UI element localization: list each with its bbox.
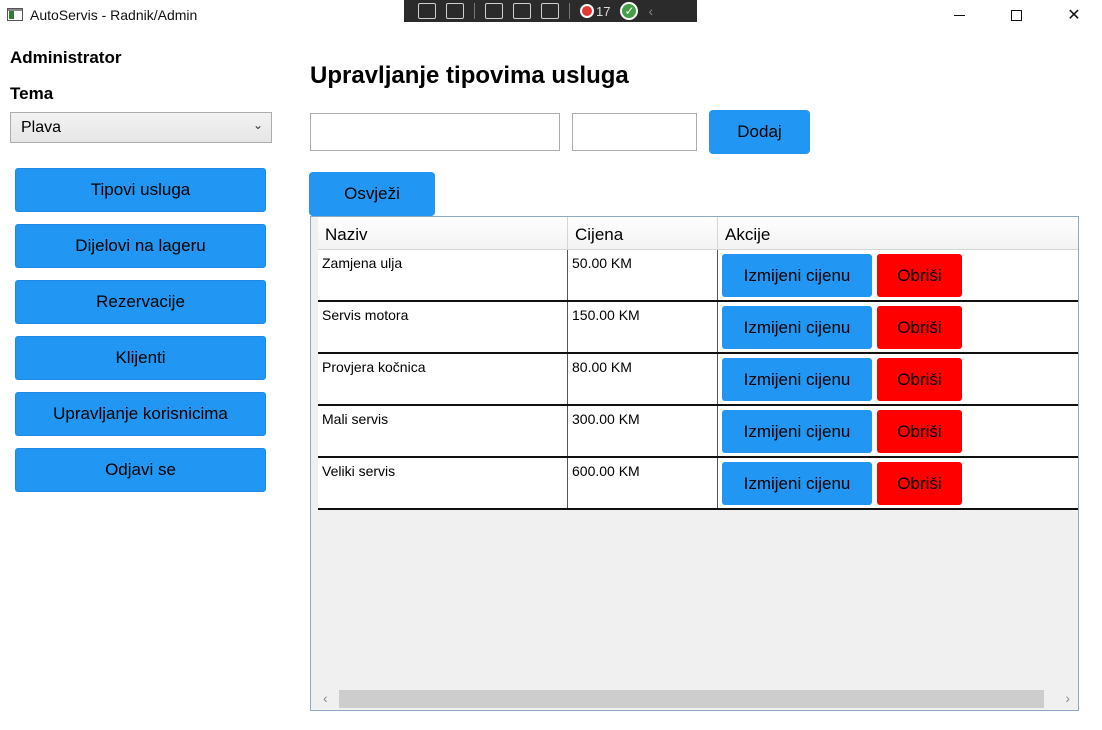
select-element-icon[interactable] <box>485 3 503 19</box>
toolbar-divider <box>569 3 570 19</box>
app-icon <box>7 8 23 21</box>
services-table[interactable]: Naziv Cijena Akcije Zamjena ulja 50.00 K… <box>310 216 1079 711</box>
binding-errors-indicator[interactable]: 17 <box>580 4 610 19</box>
close-button[interactable]: ✕ <box>1045 0 1102 30</box>
table-row[interactable]: Veliki servis 600.00 KM Izmijeni cijenu … <box>318 458 1078 510</box>
delete-button[interactable]: Obriši <box>877 254 962 297</box>
logout-button[interactable]: Odjavi se <box>15 448 266 492</box>
role-label: Administrator <box>10 48 122 67</box>
column-header-naziv[interactable]: Naziv <box>318 217 568 249</box>
table-row[interactable]: Provjera kočnica 80.00 KM Izmijeni cijen… <box>318 354 1078 406</box>
sidebar-nav: Tipovi usluga Dijelovi na lageru Rezerva… <box>15 168 266 504</box>
page-title: Upravljanje tipovima usluga <box>310 62 629 89</box>
cell-name: Servis motora <box>318 302 568 352</box>
refresh-button[interactable]: Osvježi <box>309 172 435 216</box>
collapse-icon[interactable]: ‹ <box>648 3 653 19</box>
nav-rezervacije-button[interactable]: Rezervacije <box>15 280 266 324</box>
cell-actions: Izmijeni cijenu Obriši <box>718 354 1078 404</box>
table-row[interactable]: Mali servis 300.00 KM Izmijeni cijenu Ob… <box>318 406 1078 458</box>
cell-actions: Izmijeni cijenu Obriši <box>718 250 1078 300</box>
table-header: Naziv Cijena Akcije <box>318 217 1078 250</box>
service-price-input[interactable] <box>572 113 697 151</box>
table-body: Naziv Cijena Akcije Zamjena ulja 50.00 K… <box>318 217 1078 510</box>
app-window: AutoServis - Radnik/Admin ✕ 17 ✓ ‹ Admin… <box>0 0 1102 730</box>
cell-price: 80.00 KM <box>568 354 718 404</box>
minimize-icon <box>953 14 965 16</box>
window-title: AutoServis - Radnik/Admin <box>30 7 198 23</box>
live-tree-icon[interactable] <box>418 3 436 19</box>
service-name-input[interactable] <box>310 113 560 151</box>
theme-label: Tema <box>10 84 54 103</box>
cell-actions: Izmijeni cijenu Obriši <box>718 458 1078 508</box>
delete-button[interactable]: Obriši <box>877 410 962 453</box>
edit-price-button[interactable]: Izmijeni cijenu <box>722 306 872 349</box>
edit-price-button[interactable]: Izmijeni cijenu <box>722 358 872 401</box>
cell-actions: Izmijeni cijenu Obriši <box>718 406 1078 456</box>
column-header-cijena[interactable]: Cijena <box>568 217 718 249</box>
debug-toolbar: 17 ✓ ‹ <box>404 0 697 22</box>
scroll-right-icon[interactable]: › <box>1065 690 1070 706</box>
add-button[interactable]: Dodaj <box>709 110 810 154</box>
maximize-button[interactable] <box>987 0 1045 30</box>
check-icon[interactable]: ✓ <box>620 2 639 20</box>
chevron-down-icon: ⌄ <box>252 118 263 132</box>
delete-button[interactable]: Obriši <box>877 462 962 505</box>
cell-price: 50.00 KM <box>568 250 718 300</box>
cell-actions: Izmijeni cijenu Obriši <box>718 302 1078 352</box>
display-layout-icon[interactable] <box>513 3 531 19</box>
theme-select[interactable]: Plava ⌄ <box>10 112 272 143</box>
minimize-button[interactable] <box>930 0 988 30</box>
maximize-icon <box>1010 9 1022 21</box>
nav-dijelovi-button[interactable]: Dijelovi na lageru <box>15 224 266 268</box>
edit-price-button[interactable]: Izmijeni cijenu <box>722 254 872 297</box>
nav-klijenti-button[interactable]: Klijenti <box>15 336 266 380</box>
record-icon[interactable] <box>446 3 464 19</box>
cell-price: 300.00 KM <box>568 406 718 456</box>
edit-price-button[interactable]: Izmijeni cijenu <box>722 410 872 453</box>
error-icon <box>580 4 594 18</box>
error-count: 17 <box>596 3 611 19</box>
nav-korisnici-button[interactable]: Upravljanje korisnicima <box>15 392 266 436</box>
track-focus-icon[interactable] <box>541 3 559 19</box>
scrollbar-thumb[interactable] <box>339 690 1044 708</box>
scroll-left-icon[interactable]: ‹ <box>323 690 328 706</box>
column-header-akcije[interactable]: Akcije <box>718 217 1078 249</box>
cell-name: Mali servis <box>318 406 568 456</box>
delete-button[interactable]: Obriši <box>877 358 962 401</box>
delete-button[interactable]: Obriši <box>877 306 962 349</box>
close-icon: ✕ <box>1067 7 1081 24</box>
cell-price: 600.00 KM <box>568 458 718 508</box>
table-row[interactable]: Zamjena ulja 50.00 KM Izmijeni cijenu Ob… <box>318 250 1078 302</box>
cell-price: 150.00 KM <box>568 302 718 352</box>
cell-name: Zamjena ulja <box>318 250 568 300</box>
table-row[interactable]: Servis motora 150.00 KM Izmijeni cijenu … <box>318 302 1078 354</box>
cell-name: Provjera kočnica <box>318 354 568 404</box>
nav-tipovi-usluga-button[interactable]: Tipovi usluga <box>15 168 266 212</box>
theme-select-value: Plava <box>21 119 62 136</box>
edit-price-button[interactable]: Izmijeni cijenu <box>722 462 872 505</box>
horizontal-scrollbar[interactable]: ‹ › <box>311 688 1078 710</box>
cell-name: Veliki servis <box>318 458 568 508</box>
toolbar-divider <box>474 3 475 19</box>
